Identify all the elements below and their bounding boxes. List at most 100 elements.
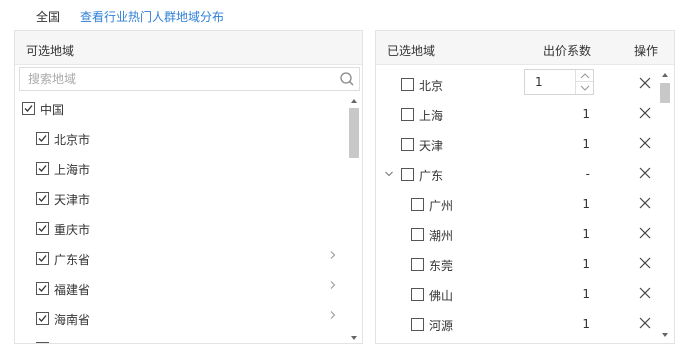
- selected-region-label: 潮州: [429, 229, 454, 243]
- chevron-right-icon[interactable]: [328, 279, 338, 289]
- selected-region-row[interactable]: 上海 1: [376, 98, 658, 128]
- tree-item-label: 天津市: [54, 193, 91, 207]
- selected-region-checkbox[interactable]: [401, 78, 414, 91]
- bid-factor-value: 1: [582, 227, 590, 241]
- top-bar: 全国 查看行业热门人群地域分布: [0, 0, 688, 30]
- check-icon: [38, 165, 47, 172]
- selected-region-checkbox[interactable]: [411, 258, 424, 271]
- tree-item[interactable]: 福建省: [15, 274, 345, 304]
- selected-region-checkbox[interactable]: [411, 228, 424, 241]
- check-icon: [38, 285, 47, 292]
- close-icon[interactable]: [638, 76, 652, 90]
- close-icon[interactable]: [638, 316, 652, 330]
- selected-regions-title: 已选地域: [387, 44, 436, 58]
- tree-item-checkbox[interactable]: [36, 312, 49, 325]
- checkbox-china[interactable]: [22, 102, 35, 115]
- search-icon[interactable]: [339, 71, 355, 87]
- close-icon[interactable]: [638, 256, 652, 270]
- tree-item[interactable]: 天津市: [15, 184, 345, 214]
- stepper-up-button[interactable]: [575, 70, 593, 82]
- bid-factor-value: 1: [582, 257, 590, 271]
- scroll-up-arrow[interactable]: [659, 69, 671, 79]
- selected-region-checkbox[interactable]: [401, 108, 414, 121]
- selected-regions-header: 已选地域 出价系数 操作: [376, 31, 674, 65]
- stepper-down-button[interactable]: [575, 82, 593, 94]
- selected-region-label: 广州: [429, 199, 454, 213]
- chevron-right-icon[interactable]: [328, 309, 338, 319]
- tree-item-checkbox[interactable]: [36, 192, 49, 205]
- selected-region-label: 天津: [419, 139, 444, 153]
- check-icon: [38, 225, 47, 232]
- tree-item-label: 广东省: [54, 253, 91, 267]
- selected-region-label: 上海: [419, 109, 444, 123]
- check-icon: [38, 135, 47, 142]
- scroll-down-arrow[interactable]: [348, 332, 360, 342]
- tree-item[interactable]: 海南省: [15, 304, 345, 334]
- tree-item-label: 上海市: [54, 163, 91, 177]
- tree-item-label: 重庆市: [54, 223, 91, 237]
- tree-item-checkbox[interactable]: [36, 162, 49, 175]
- tree-item-checkbox[interactable]: [36, 132, 49, 145]
- close-icon[interactable]: [638, 196, 652, 210]
- selected-region-row[interactable]: 潮州 1: [376, 218, 658, 248]
- selected-regions-panel: 已选地域 出价系数 操作 北京 上海 1 天津 1 广东 - 广州 1 潮州 1 东莞 1 佛山 1 河源 1: [375, 30, 675, 344]
- selected-region-row[interactable]: 佛山 1: [376, 278, 658, 308]
- selected-region-row[interactable]: 北京: [376, 68, 658, 98]
- close-icon[interactable]: [638, 286, 652, 300]
- selected-region-label: 广东: [419, 169, 444, 183]
- bid-factor-stepper[interactable]: [524, 69, 594, 95]
- selected-region-row[interactable]: 天津 1: [376, 128, 658, 158]
- selected-region-checkbox[interactable]: [401, 168, 414, 181]
- selected-region-checkbox[interactable]: [411, 198, 424, 211]
- tree-item[interactable]: 广东省: [15, 244, 345, 274]
- bid-factor-input[interactable]: [525, 70, 575, 94]
- tree-item-label: 北京市: [54, 133, 91, 147]
- industry-region-link[interactable]: 查看行业热门人群地域分布: [80, 8, 224, 25]
- tree-item[interactable]: 上海市: [15, 154, 345, 184]
- tree-item-checkbox[interactable]: [36, 342, 49, 343]
- bid-factor-value: 1: [582, 107, 590, 121]
- close-icon[interactable]: [638, 136, 652, 150]
- selected-region-row[interactable]: 广州 1: [376, 188, 658, 218]
- scope-label-all[interactable]: 全国: [36, 8, 60, 25]
- bid-factor-value: 1: [582, 137, 590, 151]
- check-icon: [24, 105, 33, 112]
- selected-region-label: 河源: [429, 319, 454, 333]
- tree-item-label: 海南省: [54, 313, 91, 327]
- column-bid-factor: 出价系数: [543, 44, 592, 58]
- left-scrollbar[interactable]: [348, 94, 360, 343]
- region-search-input[interactable]: [20, 68, 330, 90]
- selected-region-label: 北京: [419, 79, 444, 93]
- check-icon: [38, 315, 47, 322]
- tree-item-clipped[interactable]: [15, 334, 345, 343]
- check-icon: [38, 255, 47, 262]
- selected-region-checkbox[interactable]: [411, 288, 424, 301]
- selected-region-row[interactable]: 河源 1: [376, 308, 658, 338]
- right-scroll-thumb[interactable]: [660, 83, 670, 103]
- bid-factor-value: 1: [582, 287, 590, 301]
- left-scroll-thumb[interactable]: [349, 108, 359, 158]
- selected-region-label: 东莞: [429, 259, 454, 273]
- tree-item-checkbox[interactable]: [36, 252, 49, 265]
- selected-region-label: 佛山: [429, 289, 454, 303]
- chevron-right-icon[interactable]: [328, 249, 338, 259]
- scroll-up-arrow[interactable]: [348, 95, 360, 105]
- close-icon[interactable]: [638, 106, 652, 120]
- selected-region-row[interactable]: 东莞 1: [376, 248, 658, 278]
- selected-region-checkbox[interactable]: [401, 138, 414, 151]
- right-scrollbar[interactable]: [659, 67, 671, 343]
- tree-item-checkbox[interactable]: [36, 282, 49, 295]
- tree-item-checkbox[interactable]: [36, 222, 49, 235]
- tree-root-china[interactable]: 中国: [15, 94, 345, 124]
- available-regions-header: 可选地域: [15, 31, 362, 65]
- tree-item[interactable]: 北京市: [15, 124, 345, 154]
- close-icon[interactable]: [638, 166, 652, 180]
- chevron-down-icon[interactable]: [384, 168, 394, 178]
- selected-region-row[interactable]: 广东 -: [376, 158, 658, 188]
- selected-region-checkbox[interactable]: [411, 318, 424, 331]
- available-regions-panel: 可选地域 中国 北京市上海市天津市重庆市广东省福建省海南省: [14, 30, 363, 344]
- close-icon[interactable]: [638, 226, 652, 240]
- scroll-down-arrow[interactable]: [659, 329, 671, 339]
- tree-item[interactable]: 重庆市: [15, 214, 345, 244]
- column-action: 操作: [634, 44, 659, 58]
